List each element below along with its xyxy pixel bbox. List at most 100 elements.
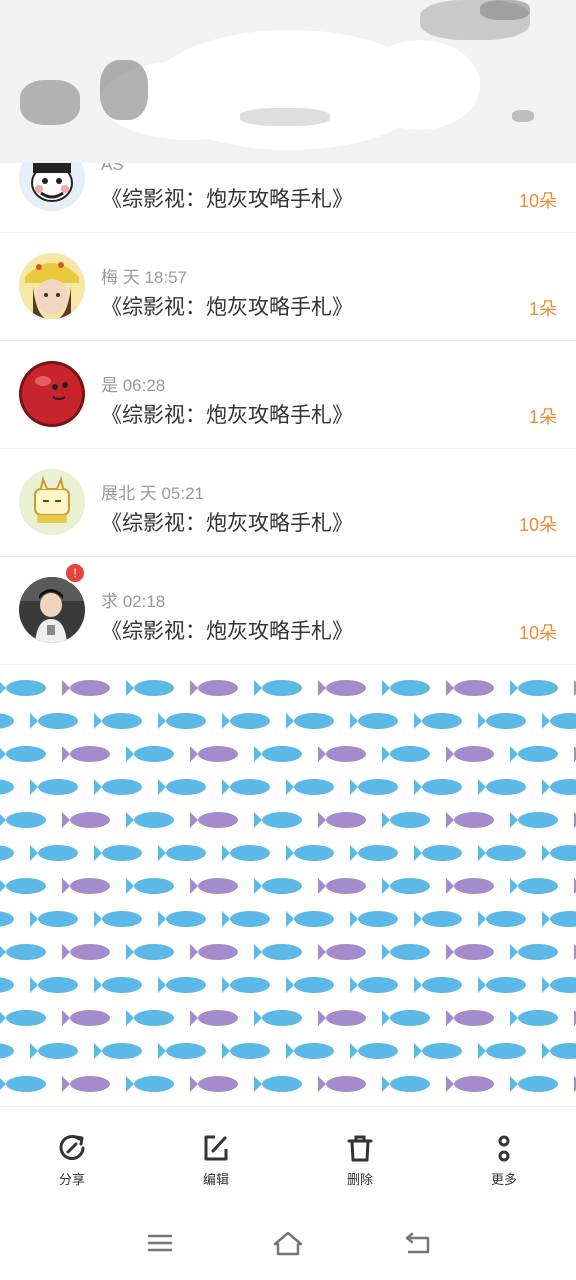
book-title[interactable]: 《综影视：炮灰攻略手札》	[101, 183, 353, 213]
fish-shape	[190, 944, 238, 960]
fish-shape	[510, 944, 558, 960]
fish-shape	[222, 1043, 270, 1059]
list-item[interactable]: ! 求 02:18 《综影视：炮灰攻略手札》 10朵	[0, 557, 576, 665]
fish-shape	[30, 713, 78, 729]
fish-shape	[0, 845, 14, 861]
fish-shape	[126, 878, 174, 894]
fish-shape	[62, 812, 110, 828]
fish-shape	[254, 812, 302, 828]
book-title[interactable]: 《综影视：炮灰攻略手札》	[101, 615, 353, 645]
fish-shape	[286, 977, 334, 993]
fish-shape	[478, 713, 526, 729]
book-title[interactable]: 《综影视：炮灰攻略手札》	[101, 399, 353, 429]
fish-shape	[126, 1076, 174, 1092]
fish-shape	[510, 878, 558, 894]
more-button[interactable]: 更多	[464, 1133, 544, 1188]
share-button[interactable]: 分享	[32, 1133, 112, 1188]
fish-shape	[94, 911, 142, 927]
fish-shape	[542, 713, 576, 729]
fish-shape	[414, 977, 462, 993]
avatar[interactable]	[19, 361, 85, 427]
fish-shape	[542, 779, 576, 795]
fish-shape	[0, 812, 46, 828]
trash-icon	[320, 1133, 400, 1163]
book-title[interactable]: 《综影视：炮灰攻略手札》	[101, 507, 353, 537]
blurred-header	[0, 0, 576, 163]
fish-shape	[0, 779, 14, 795]
fish-shape	[350, 911, 398, 927]
fish-shape	[94, 845, 142, 861]
fish-shape	[446, 812, 494, 828]
notification-badge: !	[64, 562, 86, 584]
fish-shape	[318, 1010, 366, 1026]
fish-shape	[126, 812, 174, 828]
more-label: 更多	[490, 1172, 517, 1187]
fish-shape	[478, 911, 526, 927]
fish-shape	[222, 779, 270, 795]
fish-shape	[542, 1043, 576, 1059]
fish-shape	[510, 812, 558, 828]
fish-shape	[190, 746, 238, 762]
fish-shape	[542, 845, 576, 861]
fish-shape	[318, 878, 366, 894]
fish-shape	[0, 1043, 14, 1059]
edit-button[interactable]: 编辑	[176, 1133, 256, 1188]
fish-shape	[510, 746, 558, 762]
fish-shape	[0, 1010, 46, 1026]
delete-button[interactable]: 删除	[320, 1133, 400, 1188]
avatar[interactable]	[19, 469, 85, 535]
fish-shape	[350, 845, 398, 861]
fish-shape	[478, 845, 526, 861]
fish-shape	[158, 713, 206, 729]
flower-count: 1朵	[528, 407, 557, 427]
fish-shape	[62, 1076, 110, 1092]
fish-shape	[382, 746, 430, 762]
fish-shape	[62, 1010, 110, 1026]
fish-shape	[414, 779, 462, 795]
fish-shape	[62, 680, 110, 696]
fish-shape	[30, 779, 78, 795]
fish-shape	[510, 1010, 558, 1026]
more-vertical-icon	[464, 1133, 544, 1163]
fish-shape	[382, 812, 430, 828]
fish-shape	[510, 1076, 558, 1092]
avatar[interactable]	[19, 253, 85, 319]
fish-shape	[446, 1010, 494, 1026]
fish-shape	[414, 713, 462, 729]
list-item[interactable]: 梅 天 18:57 《综影视：炮灰攻略手札》 1朵	[0, 233, 576, 341]
list-item[interactable]: 是 06:28 《综影视：炮灰攻略手札》 1朵	[0, 341, 576, 449]
fish-shape	[510, 680, 558, 696]
fish-shape	[222, 845, 270, 861]
menu-icon[interactable]	[146, 1230, 174, 1261]
fish-shape	[0, 746, 46, 762]
fish-shape	[0, 1076, 46, 1092]
fish-shape	[446, 878, 494, 894]
fish-shape	[94, 1043, 142, 1059]
fish-shape	[254, 746, 302, 762]
book-title[interactable]: 《综影视：炮灰攻略手札》	[101, 291, 353, 321]
avatar[interactable]	[19, 577, 85, 643]
fish-shape	[190, 1076, 238, 1092]
fish-shape	[222, 713, 270, 729]
fish-shape	[254, 680, 302, 696]
fish-shape	[286, 845, 334, 861]
fish-shape	[94, 977, 142, 993]
list-item[interactable]: 展北 天 05:21 《综影视：炮灰攻略手札》 10朵	[0, 449, 576, 557]
fish-shape	[446, 746, 494, 762]
fish-shape	[254, 1076, 302, 1092]
fish-shape	[478, 1043, 526, 1059]
sender-meta: 是 06:28	[101, 376, 166, 395]
fish-shape	[542, 911, 576, 927]
gift-list: AS 《综影视：炮灰攻略手札》 10朵 梅 天 18:57 《综影视：炮灰攻略手…	[0, 125, 576, 665]
fish-shape	[414, 845, 462, 861]
fish-shape	[126, 680, 174, 696]
fish-shape	[382, 944, 430, 960]
fish-shape	[446, 1076, 494, 1092]
fish-shape	[318, 1076, 366, 1092]
sender-meta: 展北 天 05:21	[101, 484, 204, 503]
bottom-toolbar: 分享 编辑 删除 更多	[0, 1106, 576, 1209]
back-icon[interactable]	[402, 1230, 432, 1263]
fish-shape	[318, 680, 366, 696]
fish-shape	[190, 812, 238, 828]
home-icon[interactable]	[272, 1230, 304, 1263]
